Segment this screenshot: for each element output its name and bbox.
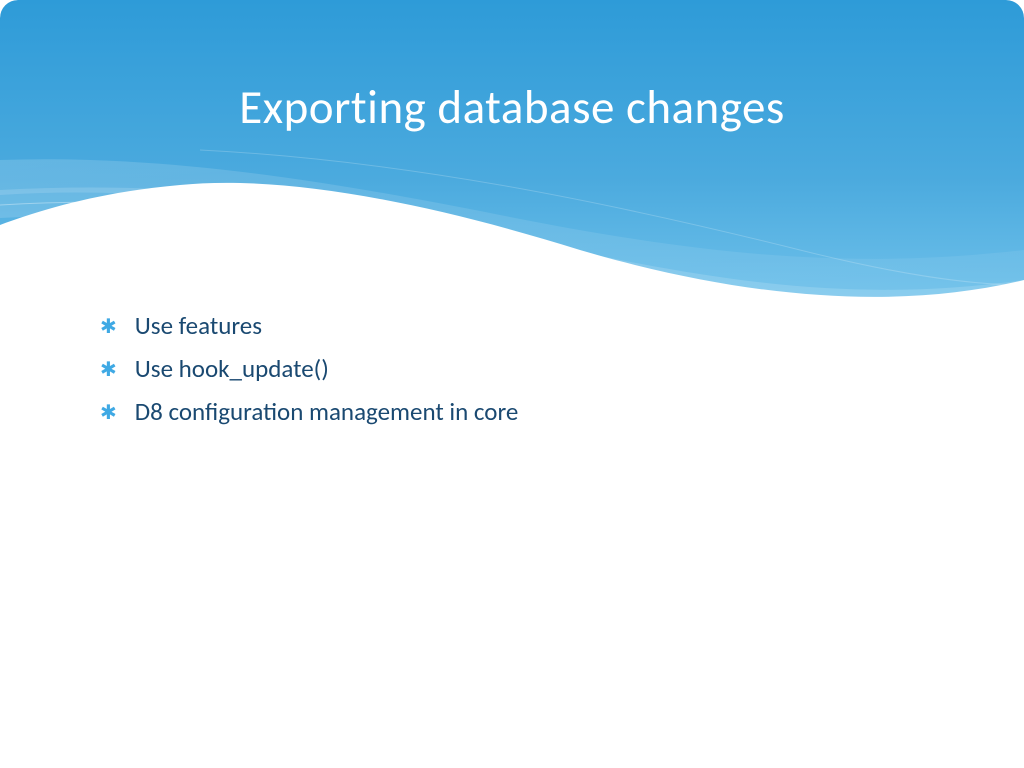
bullet-text: D8 configuration management in core: [135, 396, 519, 427]
asterisk-icon: ✱: [100, 400, 117, 425]
slide-title: Exporting database changes: [0, 78, 1024, 136]
slide-content: ✱ Use features ✱ Use hook_update() ✱ D8 …: [100, 310, 964, 439]
slide-container: Exporting database changes ✱ Use feature…: [0, 0, 1024, 768]
list-item: ✱ Use features: [100, 310, 964, 341]
list-item: ✱ Use hook_update(): [100, 353, 964, 384]
bullet-text: Use features: [135, 310, 262, 341]
asterisk-icon: ✱: [100, 314, 117, 339]
list-item: ✱ D8 configuration management in core: [100, 396, 964, 427]
asterisk-icon: ✱: [100, 357, 117, 382]
bullet-text: Use hook_update(): [135, 353, 329, 384]
header-wave-background: [0, 0, 1024, 320]
